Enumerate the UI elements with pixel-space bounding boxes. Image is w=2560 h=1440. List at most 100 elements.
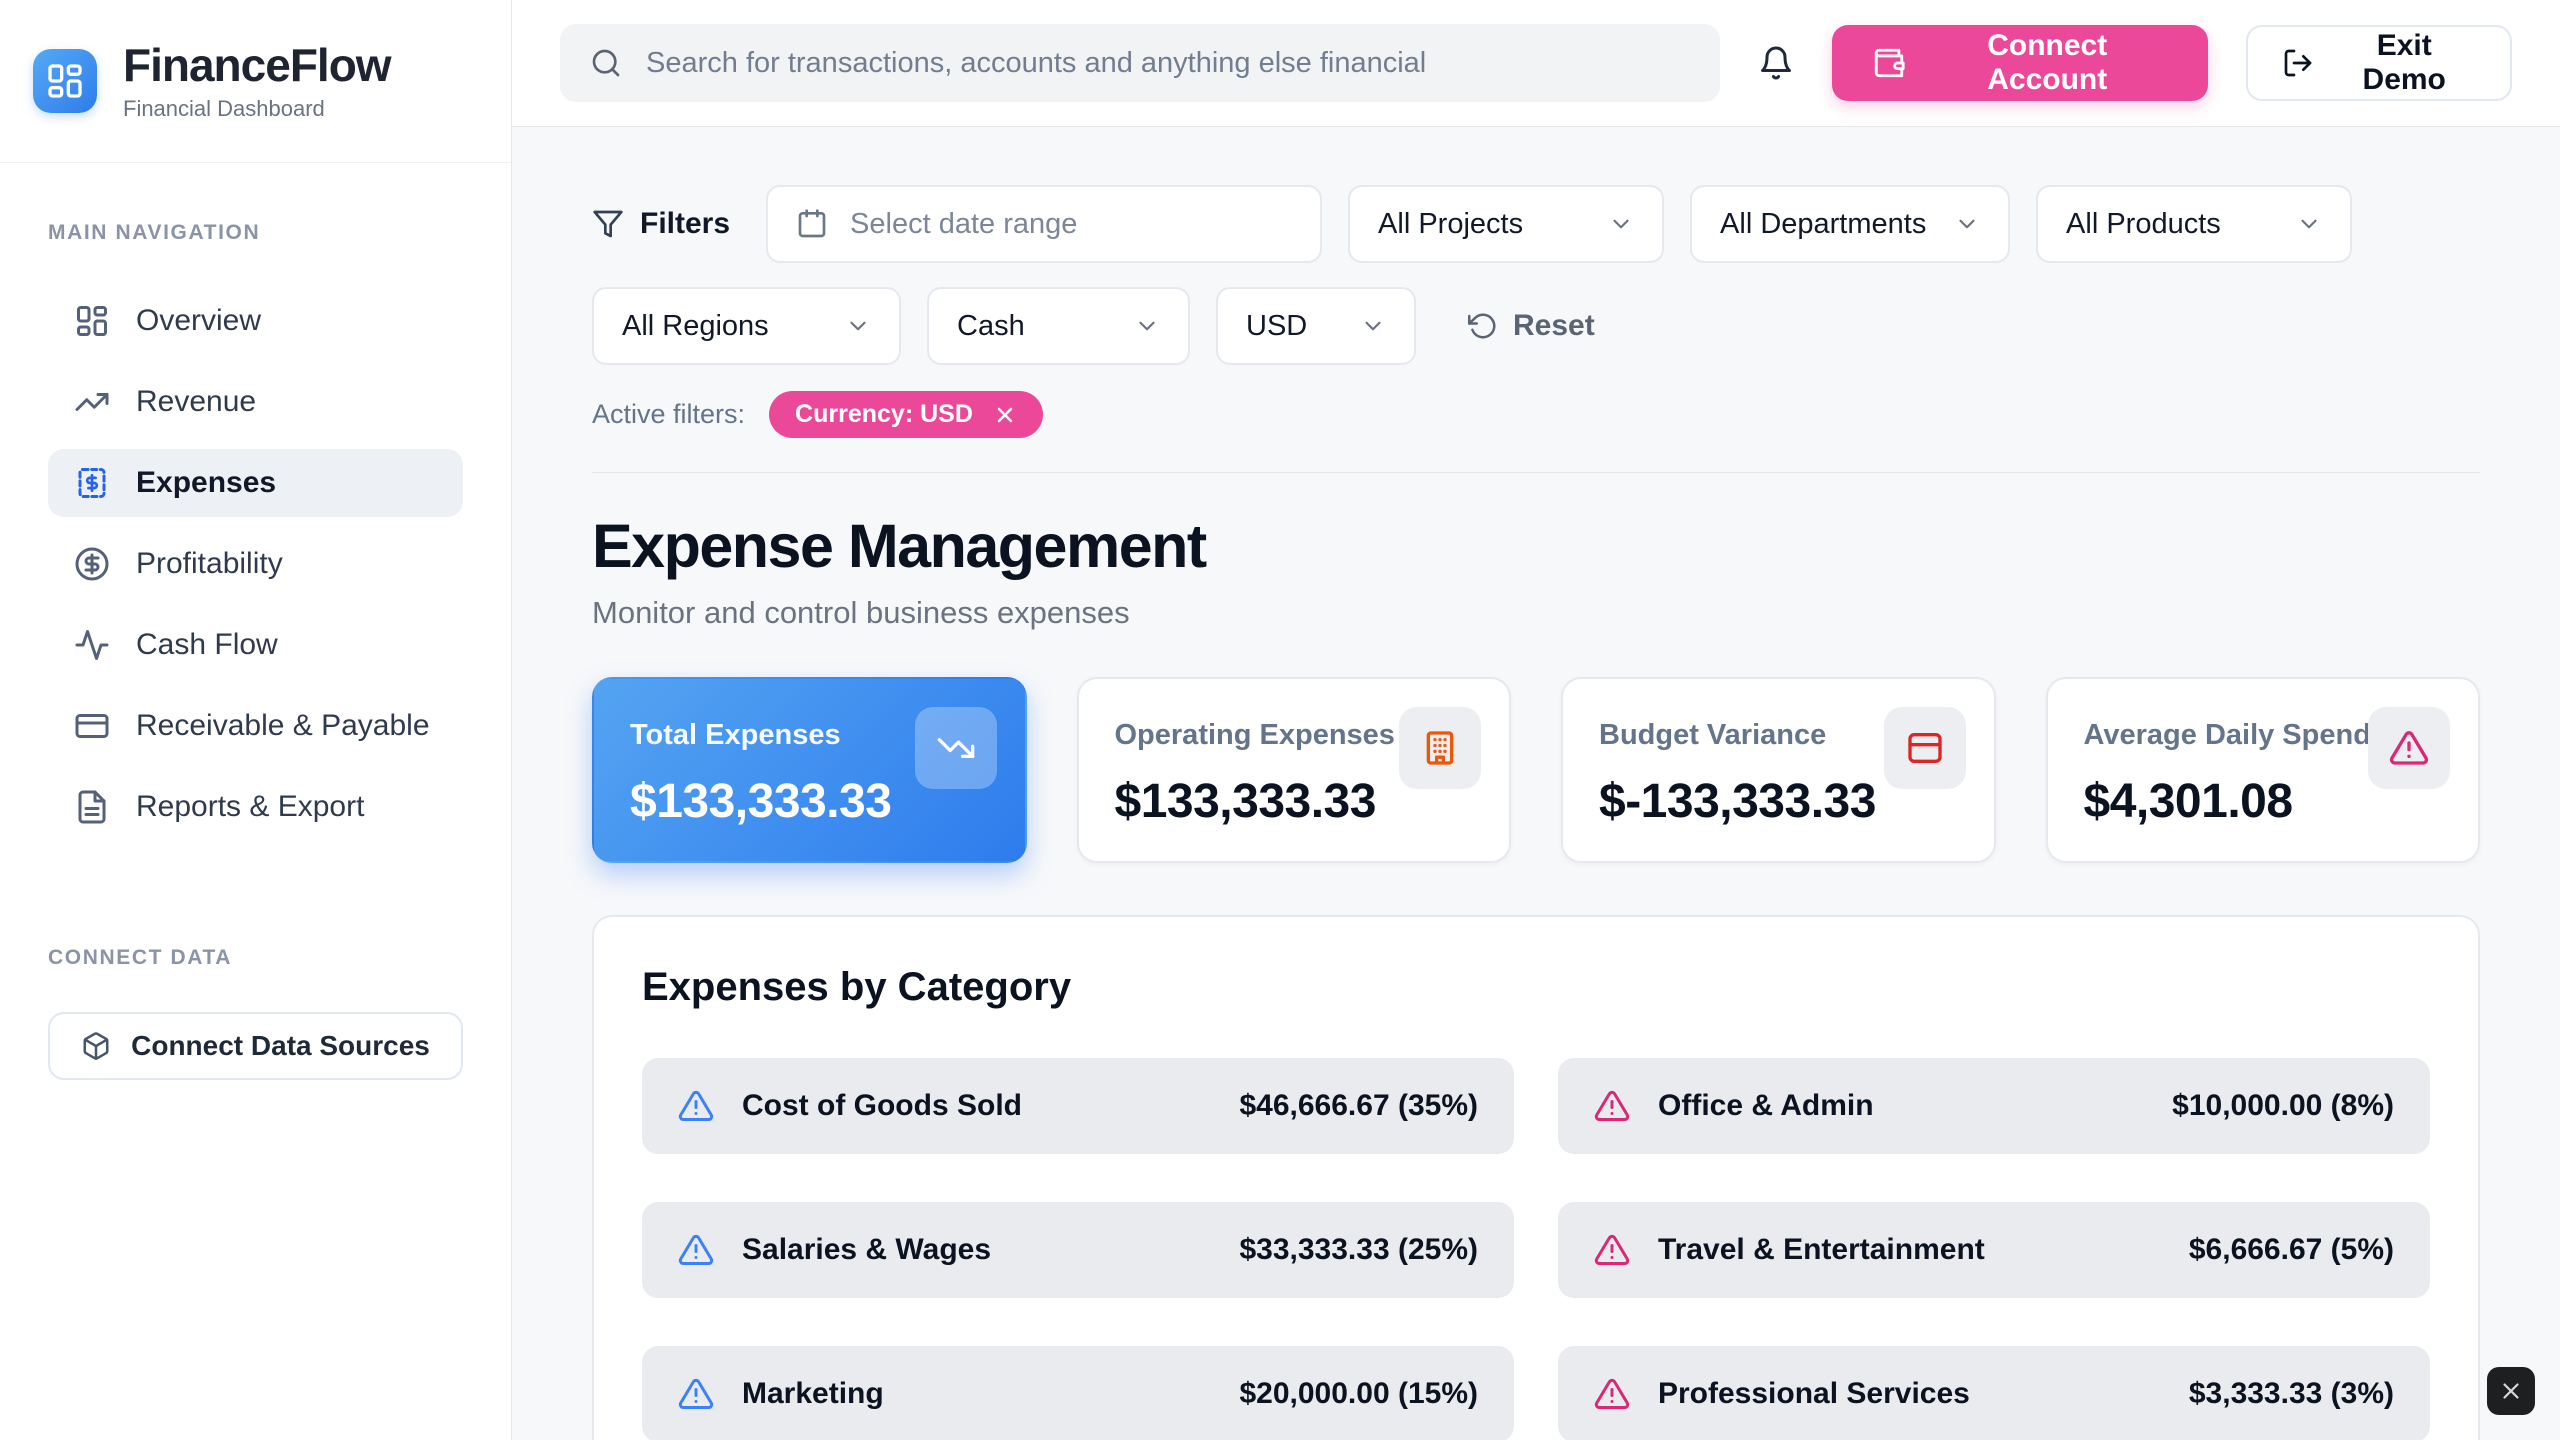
category-row-professional-services[interactable]: Professional Services $3,333.33 (3%) [1558,1346,2430,1440]
alert-triangle-icon [678,1088,714,1124]
active-filter-chip[interactable]: Currency: USD [769,391,1043,438]
category-value: $3,333.33 (3%) [2189,1377,2394,1411]
main-navigation: MAIN NAVIGATION Overview Revenue Expense… [0,163,511,854]
category-row-cost-of-goods-sold[interactable]: Cost of Goods Sold $46,666.67 (35%) [642,1058,1514,1154]
dollar-circle-icon [74,546,110,582]
expenses-by-category-panel: Expenses by Category Cost of Goods Sold … [592,915,2480,1440]
divider [592,472,2480,473]
filters-row-2: All Regions Cash USD Reset [592,287,2480,365]
close-overlay-button[interactable] [2487,1367,2535,1415]
alert-triangle-icon [1594,1376,1630,1412]
page-title: Expense Management [592,511,2480,581]
payment-method-filter[interactable]: Cash [927,287,1190,365]
connect-account-button[interactable]: Connect Account [1832,25,2208,101]
sidebar-item-revenue[interactable]: Revenue [48,368,463,436]
currency-filter[interactable]: USD [1216,287,1416,365]
alert-triangle-icon [2368,707,2450,789]
currency-filter-value: USD [1246,310,1307,343]
sidebar-item-reports-export[interactable]: Reports & Export [48,773,463,841]
connect-section-header: CONNECT DATA [48,946,463,970]
sidebar-item-label: Profitability [136,547,283,581]
search-icon [590,47,622,79]
bell-icon [1758,45,1794,81]
exit-demo-button[interactable]: Exit Demo [2246,25,2512,101]
sidebar-item-label: Expenses [136,466,276,500]
category-label: Cost of Goods Sold [742,1089,1022,1123]
activity-icon [74,627,110,663]
filters-title: Filters [592,207,730,241]
filter-funnel-icon [592,208,624,240]
sidebar-item-cash-flow[interactable]: Cash Flow [48,611,463,679]
reset-label: Reset [1513,309,1595,343]
products-filter-value: All Products [2066,208,2221,241]
date-range-picker[interactable]: Select date range [766,185,1322,263]
notifications-button[interactable] [1758,45,1794,81]
sidebar: FinanceFlow Financial Dashboard MAIN NAV… [0,0,512,1440]
category-row-marketing[interactable]: Marketing $20,000.00 (15%) [642,1346,1514,1440]
category-row-office-admin[interactable]: Office & Admin $10,000.00 (8%) [1558,1058,2430,1154]
chevron-down-icon [1360,313,1386,339]
date-range-placeholder: Select date range [850,208,1077,241]
sidebar-item-receivable-payable[interactable]: Receivable & Payable [48,692,463,760]
sidebar-item-label: Revenue [136,385,256,419]
category-row-salaries-wages[interactable]: Salaries & Wages $33,333.33 (25%) [642,1202,1514,1298]
category-value: $6,666.67 (5%) [2189,1233,2394,1267]
category-label: Marketing [742,1377,884,1411]
payment-method-filter-value: Cash [957,310,1025,343]
category-value: $33,333.33 (25%) [1239,1233,1478,1267]
topbar: Connect Account Exit Demo [512,0,2560,127]
stat-card-budget-variance[interactable]: Budget Variance $-133,333.33 [1561,677,1996,863]
category-label: Travel & Entertainment [1658,1233,1985,1267]
exit-demo-label: Exit Demo [2332,29,2476,97]
reset-filters-button[interactable]: Reset [1462,308,1601,344]
main-area: Connect Account Exit Demo Filters Select… [512,0,2560,1440]
projects-filter[interactable]: All Projects [1348,185,1664,263]
credit-card-icon [1884,707,1966,789]
dashboard-icon [74,303,110,339]
connect-data-section: CONNECT DATA Connect Data Sources [0,946,511,1080]
sidebar-item-overview[interactable]: Overview [48,287,463,355]
stat-cards: Total Expenses $133,333.33 Operating Exp… [592,677,2480,863]
category-grid: Cost of Goods Sold $46,666.67 (35%) Offi… [642,1058,2430,1440]
category-value: $20,000.00 (15%) [1239,1377,1478,1411]
sidebar-item-label: Cash Flow [136,628,278,662]
stat-card-average-daily-spend[interactable]: Average Daily Spend $4,301.08 [2046,677,2481,863]
brand-text: FinanceFlow Financial Dashboard [123,40,391,122]
calendar-icon [796,208,828,240]
alert-triangle-icon [1594,1088,1630,1124]
regions-filter-value: All Regions [622,310,769,343]
trending-down-icon [915,707,997,789]
active-filters-label: Active filters: [592,399,745,430]
logout-icon [2282,47,2314,79]
departments-filter[interactable]: All Departments [1690,185,2010,263]
stat-card-total-expenses[interactable]: Total Expenses $133,333.33 [592,677,1027,863]
sidebar-item-label: Overview [136,304,261,338]
category-value: $46,666.67 (35%) [1239,1089,1478,1123]
app-logo-icon [33,49,97,113]
search-input[interactable] [644,46,1690,81]
panel-title: Expenses by Category [642,965,2430,1010]
trending-up-icon [74,384,110,420]
rotate-ccw-icon [1468,311,1498,341]
filters-row-1: Filters Select date range All Projects A… [592,185,2480,263]
active-filters: Active filters: Currency: USD [592,391,2480,438]
products-filter[interactable]: All Products [2036,185,2352,263]
alert-triangle-icon [1594,1232,1630,1268]
search-bar[interactable] [560,24,1720,102]
regions-filter[interactable]: All Regions [592,287,901,365]
file-text-icon [74,789,110,825]
sidebar-item-profitability[interactable]: Profitability [48,530,463,598]
app-tagline: Financial Dashboard [123,96,391,122]
receipt-icon [74,465,110,501]
category-row-travel-entertainment[interactable]: Travel & Entertainment $6,666.67 (5%) [1558,1202,2430,1298]
connect-account-label: Connect Account [1926,29,2168,97]
app-title: FinanceFlow [123,40,391,91]
remove-filter-icon[interactable] [993,403,1017,427]
chevron-down-icon [1954,211,1980,237]
stat-card-operating-expenses[interactable]: Operating Expenses $133,333.33 [1077,677,1512,863]
brand: FinanceFlow Financial Dashboard [0,0,511,163]
connect-data-sources-button[interactable]: Connect Data Sources [48,1012,463,1080]
close-icon [2498,1378,2524,1404]
sidebar-item-expenses[interactable]: Expenses [48,449,463,517]
page-subtitle: Monitor and control business expenses [592,595,2480,631]
